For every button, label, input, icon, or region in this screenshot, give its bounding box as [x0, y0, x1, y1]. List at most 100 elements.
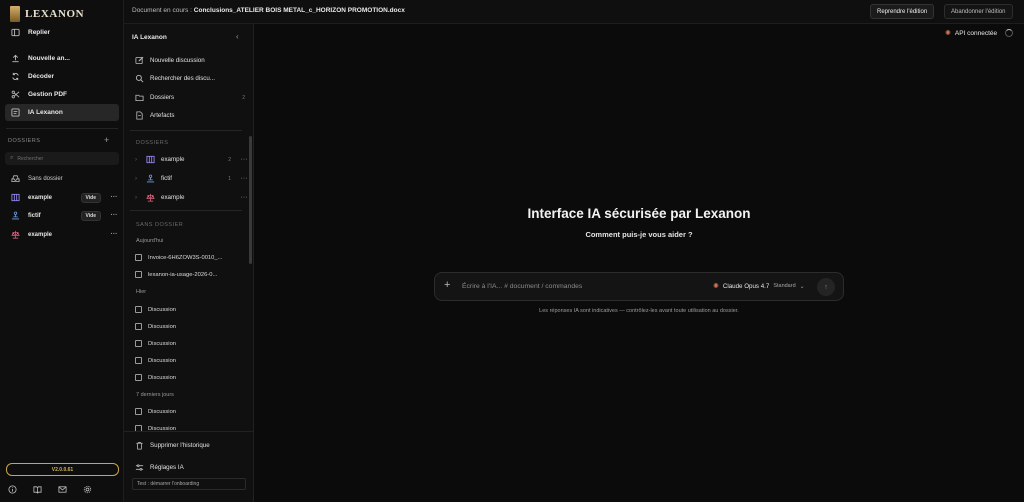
- new-discussion-button[interactable]: Nouvelle discussion: [129, 52, 249, 69]
- sidebar-bottom-icons: [8, 485, 116, 494]
- folders-button[interactable]: Dossiers 2: [129, 89, 249, 106]
- chevron-down-icon: ⌄: [799, 283, 805, 290]
- add-folder-button[interactable]: +: [104, 135, 109, 145]
- conversation-icon: [135, 271, 142, 278]
- conversation-item[interactable]: Invoice-6H6ZOW3S-0010_...: [129, 249, 245, 266]
- more-icon[interactable]: ···: [109, 194, 119, 201]
- person-desk-icon: [146, 174, 155, 183]
- more-icon[interactable]: ···: [109, 231, 119, 238]
- sidebar-item-label: Décoder: [28, 73, 55, 80]
- sidebar-item-label: Replier: [28, 29, 51, 36]
- brand[interactable]: LEXANON: [10, 5, 84, 23]
- conversation-label: Discussion: [148, 306, 177, 313]
- sidebar-item-nouvelle-analyse[interactable]: Nouvelle an...: [5, 50, 119, 67]
- edit-icon: [135, 56, 144, 65]
- conversation-icon: [135, 323, 142, 330]
- action-label: Dossiers: [150, 94, 175, 101]
- folder-example[interactable]: example Vide ···: [5, 190, 119, 205]
- attach-button[interactable]: +: [444, 279, 450, 291]
- sidebar-item-replier[interactable]: Replier: [5, 24, 119, 41]
- action-label: Nouvelle discussion: [150, 57, 205, 64]
- more-icon[interactable]: ···: [239, 194, 249, 201]
- panel-folder-fictif[interactable]: › fictif 1 ···: [129, 170, 249, 187]
- chevron-right-icon: ›: [135, 194, 137, 201]
- conversation-item[interactable]: Discussion: [129, 301, 245, 318]
- divider: [130, 210, 242, 211]
- scale-icon: [146, 193, 155, 202]
- chevron-right-icon: ›: [135, 175, 137, 182]
- model-selector[interactable]: ✺ Claude Opus 4.7 Standard ⌄: [713, 282, 805, 291]
- more-icon[interactable]: ···: [239, 156, 249, 163]
- folder-fictif[interactable]: fictif Vide ···: [5, 208, 119, 223]
- doc-name: Conclusions_ATELIER BOIS METAL_c_HORIZON…: [193, 7, 405, 14]
- action-label: Réglages IA: [150, 464, 184, 471]
- current-document: Document en cours : Conclusions_ATELIER …: [132, 7, 405, 14]
- send-button[interactable]: ↑: [817, 278, 835, 296]
- api-status: ✺ API connectée: [945, 29, 1014, 37]
- panel-folders-title: DOSSIERS: [136, 140, 169, 146]
- folder-label: fictif: [161, 175, 173, 182]
- page-title: Interface IA sécurisée par Lexanon: [527, 206, 751, 221]
- gear-icon[interactable]: [83, 485, 92, 494]
- action-label: Rechercher des discu...: [150, 75, 215, 82]
- file-icon: [135, 111, 144, 120]
- search-discussions-button[interactable]: Rechercher des discu...: [129, 70, 249, 87]
- conversation-item[interactable]: Discussion: [129, 318, 245, 335]
- doc-prefix: Document en cours :: [132, 7, 192, 14]
- book-icon[interactable]: [33, 485, 42, 494]
- more-icon[interactable]: ···: [109, 212, 119, 219]
- mail-icon[interactable]: [58, 485, 67, 494]
- claude-logo-icon: ✺: [945, 30, 951, 37]
- main-sidebar: LEXANON Replier Nouvelle an... Décoder G…: [0, 0, 124, 502]
- conversation-item[interactable]: Discussion: [129, 352, 245, 369]
- artifacts-button[interactable]: Artefacts: [129, 107, 249, 124]
- scale-icon: [11, 230, 20, 239]
- folder-label: example: [161, 194, 185, 201]
- conversation-item[interactable]: Discussion: [129, 369, 245, 386]
- folder-count: 2: [242, 94, 245, 101]
- ia-settings-button[interactable]: Réglages IA: [129, 459, 249, 476]
- claude-logo-icon: ✺: [713, 283, 719, 290]
- collapse-panel-button[interactable]: ‹: [236, 32, 239, 41]
- conversation-label: Discussion: [148, 408, 177, 415]
- top-bar: Document en cours : Conclusions_ATELIER …: [124, 0, 1024, 24]
- brand-name: LEXANON: [25, 8, 85, 20]
- columns-icon: [11, 193, 20, 202]
- folder-sans-dossier[interactable]: Sans dossier: [5, 171, 119, 186]
- conversation-icon: [135, 306, 142, 313]
- sliders-icon: [135, 463, 144, 472]
- sidebar-item-label: Gestion PDF: [28, 91, 68, 98]
- sidebar-item-decoder[interactable]: Décoder: [5, 68, 119, 85]
- start-onboarding-button[interactable]: Test : démarrer l'onboarding: [132, 478, 246, 490]
- clear-history-button[interactable]: Supprimer l'historique: [129, 437, 249, 454]
- chat-composer: + Écrire à l'IA... # document / commande…: [434, 272, 844, 301]
- folders-title: DOSSIERS: [8, 138, 41, 144]
- resume-edit-button[interactable]: Reprendre l'édition: [870, 4, 935, 19]
- page-subtitle: Comment puis-je vous aider ?: [585, 230, 693, 239]
- conversation-label: Invoice-6H6ZOW3S-0010_...: [148, 254, 223, 261]
- divider: [130, 130, 242, 131]
- folder-count: 1: [228, 175, 231, 182]
- person-desk-icon: [11, 211, 20, 220]
- ia-panel: IA Lexanon ‹ Nouvelle discussion Recherc…: [124, 24, 254, 502]
- panel-folder-example[interactable]: › example 2 ···: [129, 151, 249, 168]
- more-icon[interactable]: ···: [239, 175, 249, 182]
- panel-folder-example-2[interactable]: › example ···: [129, 189, 249, 206]
- info-icon[interactable]: [8, 485, 17, 494]
- folder-icon: [135, 93, 144, 102]
- sidebar-item-label: Nouvelle an...: [28, 55, 70, 62]
- conversation-item[interactable]: lexanon-ia-usage-2026-0...: [129, 266, 245, 283]
- conversation-item[interactable]: Discussion: [129, 403, 245, 420]
- conversation-item[interactable]: Discussion: [129, 335, 245, 352]
- folder-example-2[interactable]: example ···: [5, 227, 119, 242]
- version-badge[interactable]: V2.0.0.61: [6, 463, 119, 476]
- panel-scrollbar[interactable]: [249, 136, 252, 264]
- abandon-edit-button[interactable]: Abandonner l'édition: [944, 4, 1013, 19]
- columns-icon: [146, 155, 155, 164]
- chat-input[interactable]: Écrire à l'IA... # document / commandes: [462, 283, 582, 290]
- sidebar-item-ia-lexanon[interactable]: IA Lexanon: [5, 104, 119, 121]
- folder-search-input[interactable]: ⌕ Rechercher: [5, 152, 119, 165]
- sidebar-item-gestion-pdf[interactable]: Gestion PDF: [5, 86, 119, 103]
- chevron-right-icon: ›: [135, 156, 137, 163]
- model-tier: Standard: [773, 283, 796, 289]
